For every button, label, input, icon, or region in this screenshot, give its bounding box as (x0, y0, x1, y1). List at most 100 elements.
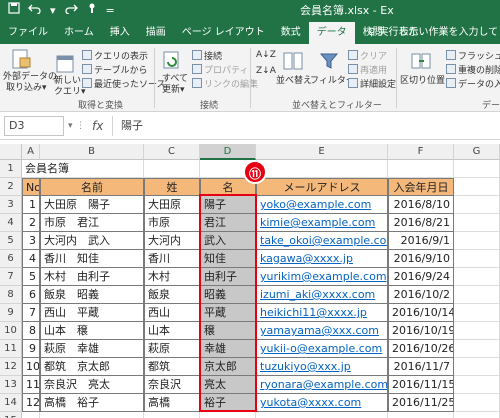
cell[interactable] (388, 160, 454, 178)
table-cell[interactable]: 市原 (144, 214, 200, 232)
row-header[interactable]: 1 (0, 160, 22, 178)
table-cell[interactable]: 1 (22, 196, 40, 214)
cell[interactable] (454, 250, 500, 268)
table-cell[interactable]: 大河内 (144, 232, 200, 250)
row-header[interactable]: 3 (0, 196, 22, 214)
cell[interactable] (454, 358, 500, 376)
table-cell[interactable]: 高橋 裕子 (40, 394, 144, 412)
cell[interactable] (40, 412, 144, 418)
table-cell[interactable]: 7 (22, 304, 40, 322)
table-cell[interactable]: 2 (22, 214, 40, 232)
filter-icon[interactable] (318, 50, 342, 72)
table-cell[interactable]: kagawa@xxxx.jp (256, 250, 388, 268)
table-cell[interactable]: tuzukiyo@xxx.jp (256, 358, 388, 376)
row-header[interactable]: 11 (0, 340, 22, 358)
redo-icon[interactable] (64, 0, 78, 22)
table-cell[interactable]: 大河内 武入 (40, 232, 144, 250)
cell[interactable] (454, 178, 500, 196)
table-cell[interactable]: 2016/11/15 (388, 376, 454, 394)
sort-az-icon[interactable]: A↓Z (256, 50, 276, 61)
row-header[interactable]: 10 (0, 322, 22, 340)
table-cell[interactable]: 奈良沢 (144, 376, 200, 394)
table-cell[interactable]: 木村 由利子 (40, 268, 144, 286)
select-all-corner[interactable] (0, 144, 22, 160)
table-cell[interactable]: yurikim@example.com (256, 268, 388, 286)
cell[interactable] (454, 376, 500, 394)
save-icon[interactable] (8, 0, 20, 22)
table-cell[interactable]: yamayama@xxx.com (256, 322, 388, 340)
remove-duplicates-button[interactable]: 重複の削除 (446, 64, 500, 77)
column-header-d[interactable]: D (200, 144, 256, 160)
table-cell[interactable]: 4 (22, 250, 40, 268)
table-cell[interactable]: 市原 君江 (40, 214, 144, 232)
cell[interactable] (256, 412, 388, 418)
cell[interactable] (454, 214, 500, 232)
table-cell[interactable]: 2016/9/1 (388, 232, 454, 250)
table-cell[interactable]: 西山 (144, 304, 200, 322)
table-cell[interactable]: 山本 (144, 322, 200, 340)
table-cell[interactable]: 飯泉 (144, 286, 200, 304)
tell-me-box[interactable]: ♀ 実行したい作業を入力して (368, 22, 498, 44)
sort-za-icon[interactable]: Z↓A (256, 66, 276, 77)
cell[interactable] (144, 160, 200, 178)
table-cell[interactable]: 萩原 幸雄 (40, 340, 144, 358)
table-cell[interactable]: 2016/10/2 (388, 286, 454, 304)
formula-input[interactable]: 陽子 (112, 116, 498, 136)
cell[interactable] (454, 196, 500, 214)
undo-dropdown-icon[interactable]: ▾ (50, 0, 56, 22)
get-external-data-icon[interactable] (10, 48, 34, 70)
tab-data[interactable]: データ (308, 22, 355, 44)
row-header[interactable]: 14 (0, 394, 22, 412)
cell[interactable] (454, 304, 500, 322)
table-cell[interactable]: 西山 平蔵 (40, 304, 144, 322)
row-header[interactable]: 5 (0, 232, 22, 250)
row-header[interactable]: 6 (0, 250, 22, 268)
from-table-button[interactable]: テーブルから (82, 64, 147, 77)
table-cell[interactable]: 8 (22, 322, 40, 340)
table-cell[interactable]: 2016/10/26 (388, 340, 454, 358)
table-header-cell[interactable]: 入会年月日 (388, 178, 454, 196)
column-header-a[interactable]: A (22, 144, 40, 160)
show-queries-button[interactable]: クエリの表示 (82, 50, 148, 63)
row-header[interactable]: 8 (0, 286, 22, 304)
undo-icon[interactable] (28, 0, 42, 22)
tab-file[interactable]: ファイル (0, 22, 56, 44)
column-header-c[interactable]: C (144, 144, 200, 160)
tab-formulas[interactable]: 数式 (273, 22, 309, 44)
cell[interactable] (200, 412, 256, 418)
name-box-dropdown-icon[interactable]: ▾ (68, 121, 73, 132)
table-cell[interactable]: 5 (22, 268, 40, 286)
customize-qat-icon[interactable]: = (106, 0, 115, 22)
new-query-icon[interactable] (54, 54, 78, 76)
advanced-filter-button[interactable]: 詳細設定 (348, 78, 396, 91)
tab-insert[interactable]: 挿入 (102, 22, 138, 44)
properties-button[interactable]: プロパティ (192, 64, 248, 77)
table-cell[interactable]: 2016/8/21 (388, 214, 454, 232)
table-cell[interactable]: 大田原 陽子 (40, 196, 144, 214)
table-cell[interactable]: 香川 (144, 250, 200, 268)
cell[interactable] (256, 160, 388, 178)
table-cell[interactable]: 6 (22, 286, 40, 304)
get-external-data-button[interactable]: 外部データの (3, 72, 57, 83)
table-cell[interactable]: 2016/10/19 (388, 322, 454, 340)
column-header-g[interactable]: G (454, 144, 500, 160)
new-query-button[interactable]: 新しい (54, 76, 81, 87)
row-header[interactable]: 4 (0, 214, 22, 232)
data-validation-button[interactable]: データの入力 (446, 78, 500, 91)
table-cell[interactable]: 10 (22, 358, 40, 376)
table-cell[interactable]: 3 (22, 232, 40, 250)
cell[interactable] (454, 268, 500, 286)
cell[interactable] (144, 412, 200, 418)
table-cell[interactable]: 山本 穣 (40, 322, 144, 340)
table-cell[interactable]: heikichi11@xxxx.jp (256, 304, 388, 322)
row-header[interactable]: 2 (0, 178, 22, 196)
table-cell[interactable]: 高橋 (144, 394, 200, 412)
column-header-f[interactable]: F (388, 144, 454, 160)
table-cell[interactable]: 11 (22, 376, 40, 394)
formula-bar-menu-icon[interactable]: ⋮ (76, 121, 85, 132)
flash-fill-button[interactable]: フラッシュ フィル (446, 50, 500, 63)
column-header-b[interactable]: B (40, 144, 144, 160)
tab-draw[interactable]: 描画 (138, 22, 174, 44)
table-cell[interactable]: 2016/11/25 (388, 394, 454, 412)
table-cell[interactable]: 飯泉 昭義 (40, 286, 144, 304)
